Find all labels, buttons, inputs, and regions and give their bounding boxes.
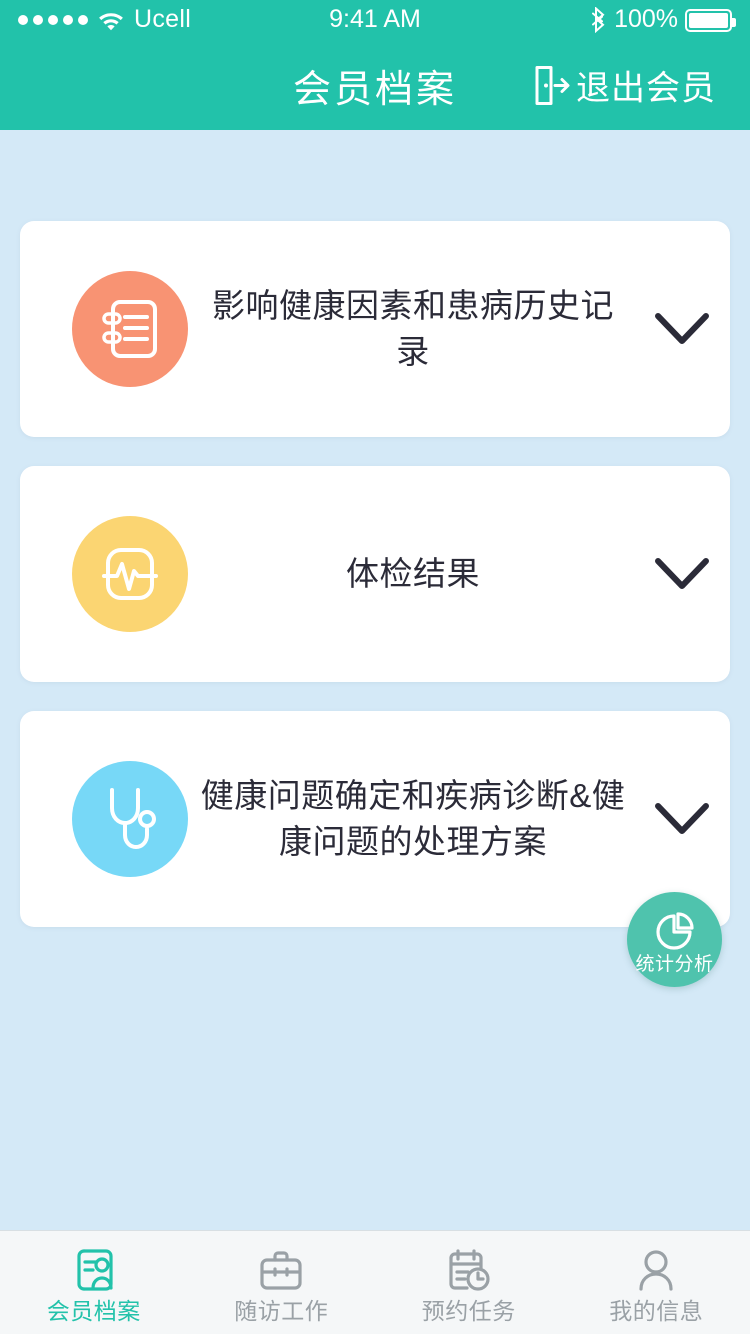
logout-member-button[interactable]: 退出会员 (533, 61, 716, 110)
accordion-card-health-factors[interactable]: 影响健康因素和患病历史记录 (20, 221, 730, 437)
bluetooth-icon (592, 7, 605, 33)
health-monitor-ecg-icon (72, 516, 188, 632)
notebook-record-icon (72, 271, 188, 387)
tab-my-info[interactable]: 我的信息 (563, 1231, 750, 1334)
chevron-down-icon[interactable] (634, 312, 730, 346)
accordion-card-diagnosis-plan[interactable]: 健康问题确定和疾病诊断&健康问题的处理方案 (20, 711, 730, 927)
tab-appointment-tasks[interactable]: 预约任务 (375, 1231, 563, 1334)
card-title: 体检结果 (346, 555, 480, 593)
tab-member-profile[interactable]: 会员档案 (0, 1231, 188, 1334)
stethoscope-icon (72, 761, 188, 877)
card-title: 健康问题确定和疾病诊断&健康问题的处理方案 (200, 777, 626, 860)
pie-chart-icon (655, 911, 694, 950)
calendar-clock-icon (449, 1249, 490, 1291)
tab-followup-work[interactable]: 随访工作 (188, 1231, 376, 1334)
status-bar-left: Ucell (18, 4, 329, 34)
app-header: 会员档案 退出会员 (0, 40, 750, 130)
chevron-down-icon[interactable] (634, 802, 730, 836)
accordion-card-exam-results[interactable]: 体检结果 (20, 466, 730, 682)
person-icon (639, 1250, 673, 1291)
tab-label: 预约任务 (421, 1298, 516, 1324)
bottom-tab-bar: 会员档案 随访工作 预约任务 我的信息 (0, 1230, 750, 1334)
member-card-icon (77, 1249, 113, 1291)
status-bar-right: 100% (421, 4, 737, 34)
chevron-down-icon[interactable] (634, 557, 730, 591)
logout-member-label: 退出会员 (576, 69, 716, 108)
main-content: 影响健康因素和患病历史记录 体检结果 健康问题确定和疾病诊断&健康问题的处理方案… (0, 130, 750, 1230)
signal-strength-dots (18, 15, 88, 25)
briefcase-icon (260, 1251, 302, 1290)
battery-percent-label: 100% (614, 4, 679, 33)
page-title: 会员档案 (292, 68, 457, 111)
statistics-analysis-label: 统计分析 (635, 953, 714, 975)
statistics-analysis-fab[interactable]: 统计分析 (627, 892, 722, 987)
logout-door-icon (535, 65, 570, 105)
wifi-icon (99, 12, 123, 30)
tab-label: 会员档案 (46, 1298, 141, 1324)
tab-label: 我的信息 (609, 1298, 704, 1324)
status-bar: Ucell 9:41 AM 100% (0, 0, 750, 40)
tab-label: 随访工作 (234, 1298, 329, 1324)
card-title: 影响健康因素和患病历史记录 (212, 287, 614, 370)
carrier-label: Ucell (134, 4, 192, 33)
status-bar-clock: 9:41 AM (329, 4, 421, 33)
battery-full-icon (685, 8, 737, 32)
